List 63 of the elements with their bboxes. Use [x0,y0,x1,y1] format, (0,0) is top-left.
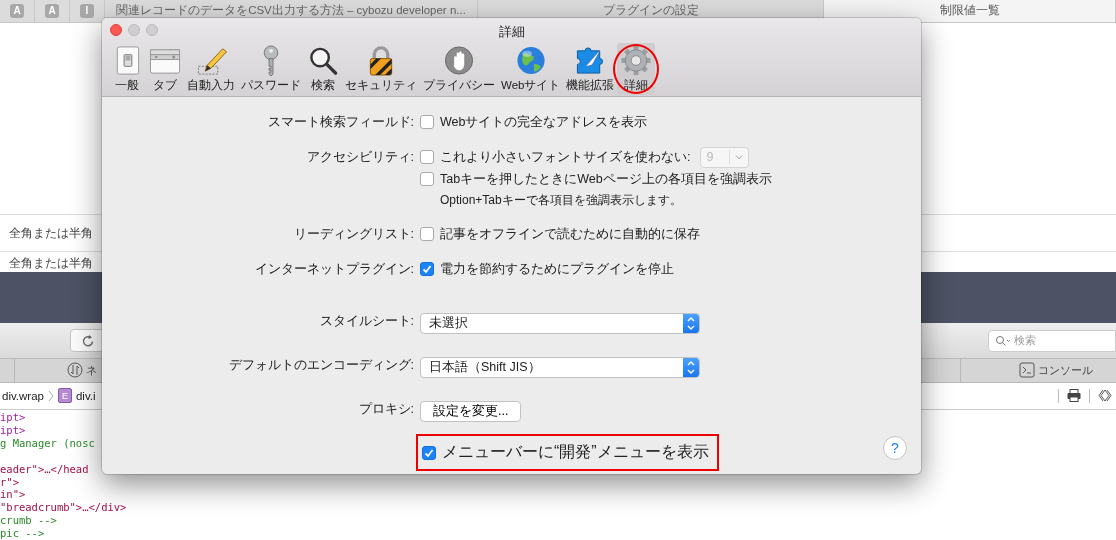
preferences-tab[interactable]: プライバシー [420,43,498,95]
pencil-icon [195,45,227,76]
hint-text: Option+Tabキーで各項目を強調表示します。 [439,191,683,209]
chevron-right-icon [47,389,54,402]
preferences-tab[interactable]: タブ [146,43,184,95]
popup-button[interactable]: 日本語（Shift JIS） [420,356,700,378]
browser-tab[interactable]: 制限値一覧 [824,0,1116,22]
setting-label: アクセシビリティ: [306,150,414,164]
code-line: crumb --> [0,514,57,527]
code-line: pic --> [0,527,45,540]
checkbox[interactable] [420,227,434,241]
console-icon [1019,362,1035,379]
popup-button[interactable]: 未選択 [420,312,700,334]
arrows-circle-icon [67,362,83,379]
stepper-icon [683,357,699,377]
preferences-tab[interactable]: パスワード [238,43,304,95]
preferences-tab[interactable]: 検索 [304,43,342,95]
checkbox-label: これより小さいフォントサイズを使わない: [440,148,691,166]
code-line: g Manager (nosc [0,436,95,449]
preferences-tab[interactable]: Webサイト [498,43,564,95]
checkbox[interactable] [422,445,436,460]
stepper-icon [683,313,699,333]
checkbox-label: 記事をオフラインで読むために自動的に保存 [440,225,700,243]
code-line: in"> [0,488,26,501]
help-button[interactable]: ? [883,436,907,460]
setting-label: インターネットプラグイン: [254,262,414,276]
checkbox-label: Webサイトの完全なアドレスを表示 [440,113,648,131]
preferences-tab[interactable]: 機能拡張 [563,43,618,95]
close-button[interactable] [110,24,122,36]
devtools-tab[interactable]: コンソール [960,359,1116,382]
code-line: eader">…</head [0,462,89,475]
code-line: ipt> [0,424,26,436]
setting-label: スマート検索フィールド: [267,115,414,129]
reload-icon [80,333,95,348]
chevron-down-icon [735,154,744,160]
code-line: ipt> [0,411,26,424]
setting-label: リーディングリスト: [293,227,414,241]
setting-label: デフォルトのエンコーディング: [228,358,414,372]
globe-icon [514,45,547,76]
hand-icon [443,45,475,76]
checkbox[interactable] [420,262,434,276]
checkbox[interactable] [420,115,434,129]
code-line: r"> [0,475,19,488]
breadcrumb-item[interactable]: div.wrap [2,389,44,402]
preferences-tab[interactable]: 自動入力 [184,43,238,95]
change-settings-button[interactable]: 設定を変更... [420,400,522,422]
gear-icon [620,45,653,76]
code-line: "breadcrumb">…</div> [0,501,127,514]
checkbox-label: Tabキーを押したときにWebページ上の各項目を強調表示 [440,170,772,188]
window-title: 詳細 [498,24,525,39]
checkbox[interactable] [420,150,434,164]
preferences-tab[interactable]: セキュリティ [342,43,420,95]
setting-label: プロキシ: [358,402,414,416]
element-badge: E [57,388,72,404]
search-icon [307,45,339,76]
code-brackets-icon[interactable] [1098,389,1112,403]
preferences-tab[interactable]: 一般 [108,43,146,95]
breadcrumb-item[interactable]: div.i [75,389,96,402]
checkbox-label: メニューバーに“開発”メニューを表示 [442,442,709,462]
print-icon[interactable] [1067,389,1081,403]
search-icon [995,334,1011,347]
setting-label: スタイルシート: [319,314,414,328]
checkbox[interactable] [420,172,434,186]
